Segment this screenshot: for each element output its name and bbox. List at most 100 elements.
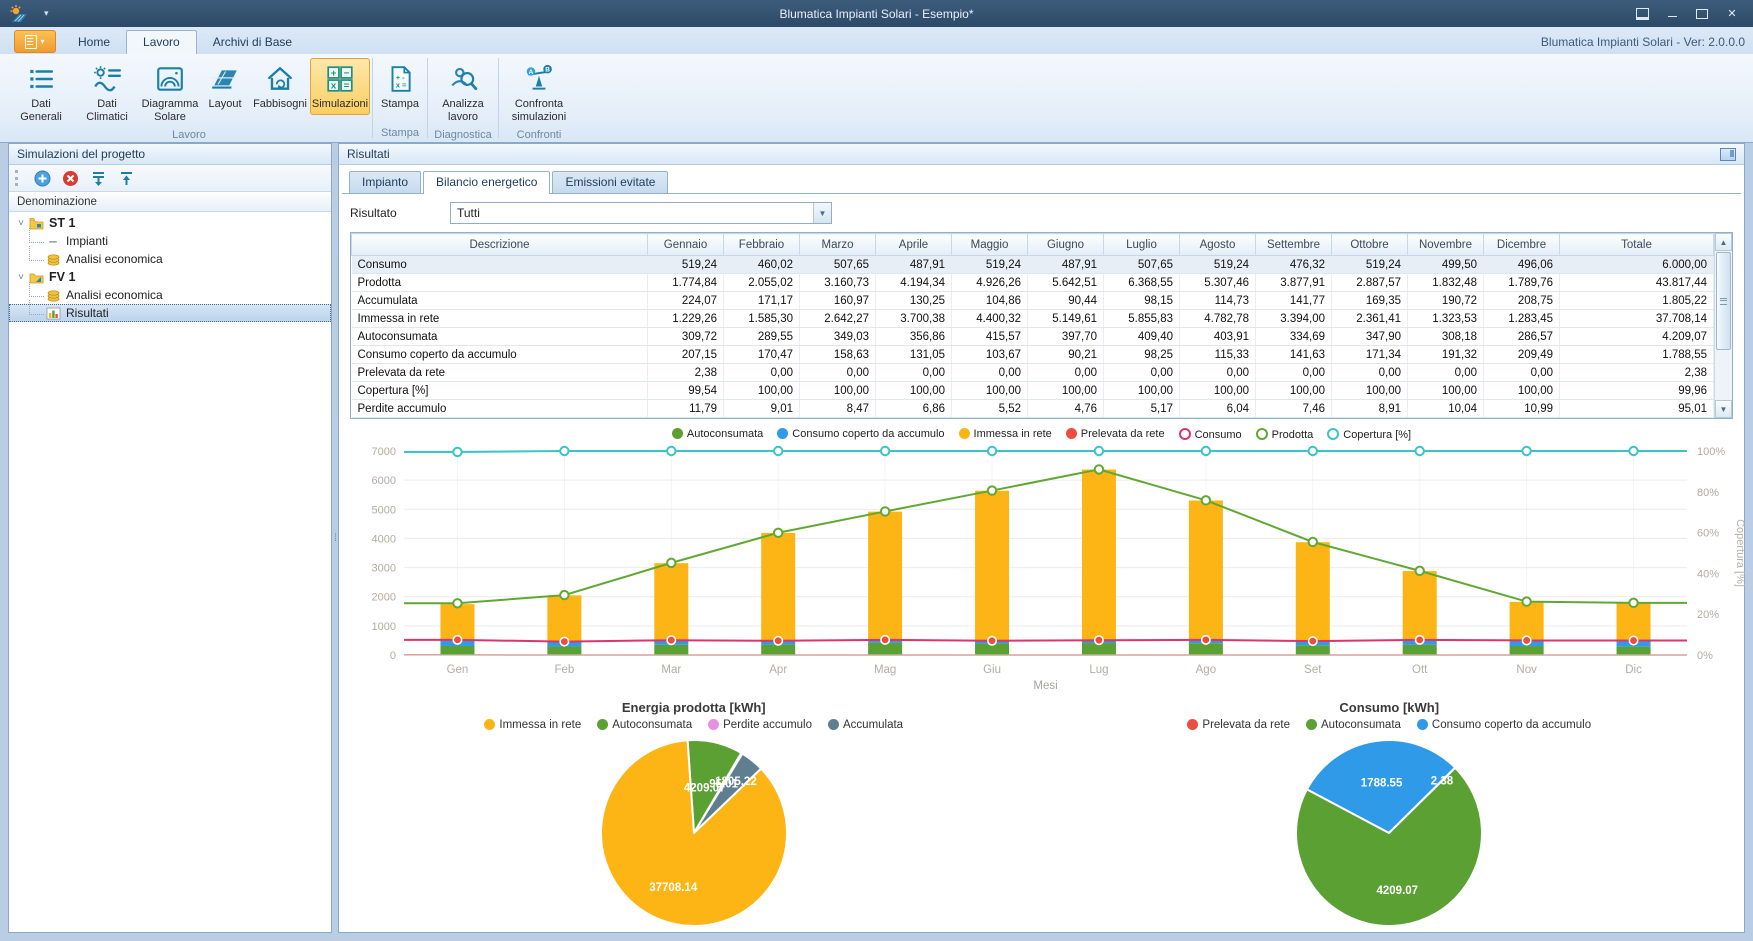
legend-marker-icon [484,719,495,730]
legend-item-prelevata-da-rete: Prelevata da rete [1187,719,1290,731]
chevron-down-icon: ▾ [40,37,44,46]
column-header-aprile[interactable]: Aprile [876,234,952,256]
tab-impianto[interactable]: Impianto [349,171,421,193]
table-row-perdite-accumulo[interactable]: Perdite accumulo11,799,018,476,865,524,7… [352,400,1714,418]
table-scrollbar[interactable]: ▲ ▼ [1714,233,1732,418]
column-header-dicembre[interactable]: Dicembre [1484,234,1560,256]
diagramma-solare-button[interactable]: Diagramma Solare [140,58,200,127]
tab-archivi-di-base[interactable]: Archivi di Base [197,31,308,54]
ribbon-group-stampa: + -x = Stampa Stampa [375,54,425,142]
cell-value: 115,33 [1180,346,1256,364]
legend-item-consumo-coperto-da-accumulo: Consumo coperto da accumulo [777,428,944,440]
table-row-consumo[interactable]: Consumo519,24460,02507,65487,91519,24487… [352,256,1714,274]
column-header-totale[interactable]: Totale [1560,234,1714,256]
cell-value: 1.283,45 [1484,310,1560,328]
scroll-down-icon[interactable]: ▼ [1715,400,1732,418]
column-header-ottobre[interactable]: Ottobre [1332,234,1408,256]
column-header-marzo[interactable]: Marzo [800,234,876,256]
legend-label: Autoconsumata [687,428,763,440]
maximize-icon[interactable] [1695,8,1709,20]
column-header-maggio[interactable]: Maggio [952,234,1028,256]
expander-icon[interactable]: ˅ [15,272,27,283]
confronta-simulazioni-button[interactable]: AB Confronta simulazioni [501,58,577,127]
dati-climatici-button[interactable]: Dati Climatici [74,58,140,127]
svg-text:Mag: Mag [874,664,896,676]
tree-item-impianti[interactable]: Impianti [9,232,331,250]
app-window: ▾ Blumatica Impianti Solari - Esempio* ✕… [0,0,1753,941]
column-header-giugno[interactable]: Giugno [1028,234,1104,256]
legend-item-consumo-coperto-da-accumulo: Consumo coperto da accumulo [1417,719,1591,731]
expander-icon[interactable]: ˅ [15,218,27,229]
tab-emissioni-evitate[interactable]: Emissioni evitate [552,171,668,193]
cell-value: 4.194,34 [876,274,952,292]
svg-text:Lug: Lug [1089,664,1108,676]
add-simulation-button[interactable] [33,169,51,187]
cell-value: 0,00 [724,364,800,382]
svg-text:Ago: Ago [1196,664,1216,676]
tab-home[interactable]: Home [62,31,126,54]
table-row-accumulata[interactable]: Accumulata224,07171,17160,97130,25104,86… [352,292,1714,310]
collapse-all-button[interactable] [117,169,135,187]
tree-item-analisi-economica[interactable]: Analisi economica [9,250,331,268]
application-menu-button[interactable]: ▾ [14,30,56,53]
cell-value: 356,86 [876,328,952,346]
column-header-febbraio[interactable]: Febbraio [724,234,800,256]
cell-value: 5.855,83 [1104,310,1180,328]
table-row-immessa-in-rete[interactable]: Immessa in rete1.229,261.585,302.642,273… [352,310,1714,328]
toolbar-grip[interactable] [15,170,21,186]
svg-text:Feb: Feb [554,664,574,676]
column-header-descrizione[interactable]: Descrizione [352,234,648,256]
scroll-up-icon[interactable]: ▲ [1715,233,1732,251]
tree-column-header[interactable]: Denominazione [9,192,331,212]
table-row-prodotta[interactable]: Prodotta1.774,842.055,023.160,734.194,34… [352,274,1714,292]
column-header-luglio[interactable]: Luglio [1104,234,1180,256]
svg-text:Ott: Ott [1412,664,1428,676]
cell-value: 169,35 [1332,292,1408,310]
tab-lavoro[interactable]: Lavoro [126,30,197,54]
table-row-autoconsumata[interactable]: Autoconsumata309,72289,55349,03356,86415… [352,328,1714,346]
chevron-down-icon[interactable]: ▼ [813,203,831,223]
tree-item-st-1[interactable]: ˅ST 1 [9,214,331,232]
column-header-gennaio[interactable]: Gennaio [648,234,724,256]
table-row-copertura[interactable]: Copertura [%]99,54100,00100,00100,00100,… [352,382,1714,400]
analizza-lavoro-button[interactable]: Analizza lavoro [430,58,496,127]
delete-simulation-button[interactable] [61,169,79,187]
svg-text:6000: 6000 [372,475,396,487]
legend-item-autoconsumata: Autoconsumata [1306,719,1401,731]
simulazioni-button[interactable]: +−x= Simulazioni [310,58,370,115]
legend-marker-icon [828,719,839,730]
tree-item-fv-1[interactable]: ˅FV 1 [9,268,331,286]
cell-value: 0,00 [1180,364,1256,382]
result-filter-dropdown[interactable]: Tutti ▼ [450,202,832,224]
cell-value: 403,91 [1180,328,1256,346]
cell-value: 286,57 [1484,328,1560,346]
scrollbar-thumb[interactable] [1716,252,1731,350]
column-header-settembre[interactable]: Settembre [1256,234,1332,256]
column-header-novembre[interactable]: Novembre [1408,234,1484,256]
fabbisogni-button[interactable]: Fabbisogni [250,58,310,115]
energy-balance-table: DescrizioneGennaioFebbraioMarzoAprileMag… [350,232,1733,419]
fullscreen-icon[interactable] [1635,8,1649,20]
dati-generali-button[interactable]: Dati Generali [8,58,74,127]
table-row-consumo-coperto-da-accumulo[interactable]: Consumo coperto da accumulo207,15170,471… [352,346,1714,364]
expand-all-button[interactable] [89,169,107,187]
cell-total: 6.000,00 [1560,256,1714,274]
minimize-icon[interactable] [1665,8,1679,20]
legend-label: Autoconsumata [1321,719,1401,731]
close-icon[interactable]: ✕ [1725,8,1739,20]
layout-button[interactable]: Layout [200,58,250,115]
tree-item-analisi-economica[interactable]: Analisi economica [9,286,331,304]
legend-label: Consumo [1195,429,1242,441]
tab-bilancio-energetico[interactable]: Bilancio energetico [423,171,550,194]
cell-value: 6.368,55 [1104,274,1180,292]
legend-marker-icon [1417,719,1428,730]
stampa-button[interactable]: + -x = Stampa [375,58,425,115]
cell-value: 100,00 [1484,382,1560,400]
solar-diagram-icon [155,62,185,96]
table-row-prelevata-da-rete[interactable]: Prelevata da rete2,380,000,000,000,000,0… [352,364,1714,382]
svg-text:2000: 2000 [372,592,396,604]
panel-layout-icon[interactable] [1720,148,1736,161]
cell-value: 0,00 [1332,364,1408,382]
tree-item-risultati[interactable]: Risultati [9,304,331,322]
column-header-agosto[interactable]: Agosto [1180,234,1256,256]
